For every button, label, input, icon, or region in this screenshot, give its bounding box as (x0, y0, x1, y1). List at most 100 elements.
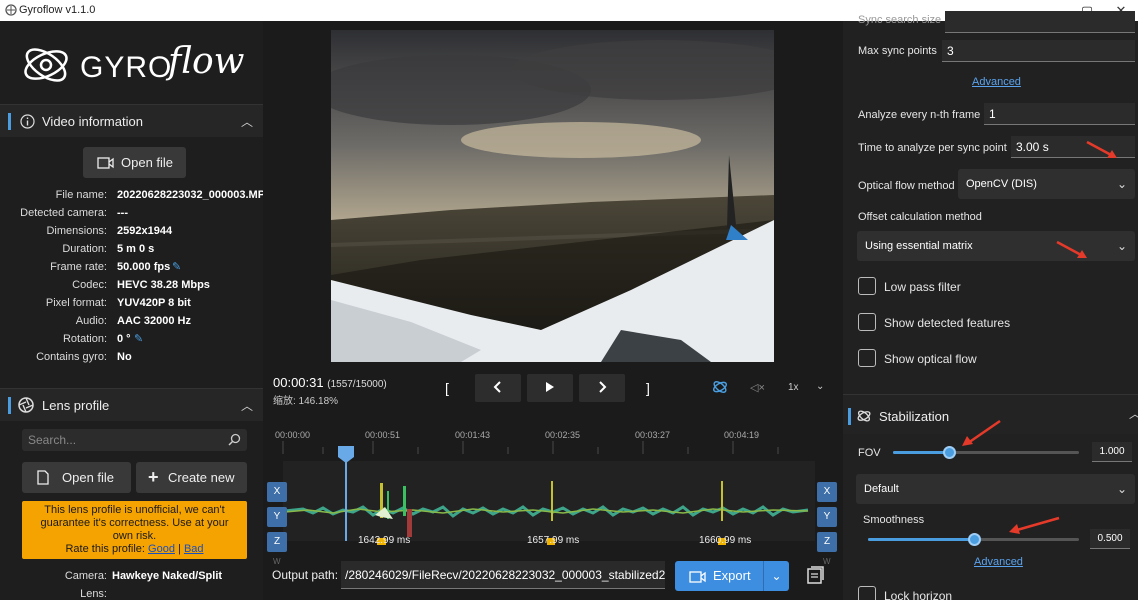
video-info-row: Frame rate: 50.000 fps ✎ (0, 259, 263, 277)
optical-flow-label: Optical flow method (858, 180, 955, 192)
stabilization-toggle-icon[interactable] (711, 378, 729, 396)
show-features-label: Show detected features (884, 316, 1011, 330)
play-button[interactable] (527, 374, 573, 402)
frame-counter: (1557/15000) (327, 379, 387, 390)
play-icon (546, 382, 554, 392)
show-features-checkbox[interactable] (858, 313, 876, 331)
rate-good-link[interactable]: Good (148, 543, 175, 555)
export-options-button[interactable]: ⌄ (763, 561, 789, 591)
open-video-button[interactable]: Open file (83, 147, 186, 178)
axis-x-toggle-right[interactable]: X (817, 482, 837, 502)
timeline[interactable]: 00:00:00 00:00:51 00:01:43 00:02:35 00:0… (263, 421, 843, 566)
speed-value[interactable]: 1x (788, 382, 799, 393)
mute-icon[interactable]: ◁× (750, 381, 765, 394)
section-indicator (848, 408, 851, 425)
axis-w-hint: W (823, 557, 831, 566)
timecode-display: 00:00:31 (1557/15000) (273, 375, 387, 390)
stabilization-advanced-link[interactable]: Advanced (974, 556, 1023, 568)
chevron-up-icon[interactable]: ︿ (241, 397, 253, 414)
chevron-up-icon[interactable]: ︿ (241, 113, 253, 130)
video-info-header[interactable]: Video information ︿ (0, 104, 263, 137)
offset-method-label: Offset calculation method (858, 211, 982, 223)
timeline-graph (282, 441, 815, 545)
info-key: Pixel format: (45, 297, 107, 309)
smoothing-method-select[interactable]: Default ⌄ (856, 474, 1135, 504)
info-icon (20, 114, 35, 129)
search-placeholder: Search... (28, 433, 77, 447)
smoothness-slider[interactable] (868, 533, 1079, 546)
show-flow-checkbox[interactable] (858, 349, 876, 367)
output-path-input[interactable]: /280246029/FileRecv/20220628223032_00000… (341, 561, 665, 589)
info-key: File name: (55, 189, 107, 201)
lens-lens-row: Lens: (0, 586, 263, 600)
annotation-arrow (1086, 140, 1117, 158)
lens-icon (18, 397, 34, 413)
annotation-arrow (1009, 516, 1060, 534)
prev-frame-button[interactable] (475, 374, 521, 402)
video-info-row: File name: 20220628223032_000003.MP (0, 187, 265, 205)
sync-search-size-input[interactable] (945, 11, 1135, 33)
lens-profile-header[interactable]: Lens profile ︿ (0, 388, 263, 421)
max-sync-points-input[interactable]: 3 (942, 40, 1135, 62)
section-indicator (8, 397, 11, 414)
create-new-label: Create new (168, 470, 235, 485)
export-button[interactable]: Export (675, 561, 763, 591)
left-panel: GYRO flow Video information ︿ Open file … (0, 21, 265, 600)
center-panel: 00:00:31 (1557/15000) 缩放: 146.18% [ ] ◁×… (263, 21, 843, 600)
analyze-every-input[interactable]: 1 (984, 103, 1135, 125)
max-sync-points-label: Max sync points (858, 45, 937, 57)
info-value: 2592x1944 (117, 225, 173, 237)
fov-slider[interactable] (893, 446, 1079, 459)
lock-horizon-checkbox[interactable] (858, 586, 876, 600)
smoothness-value-input[interactable]: 0.500 (1090, 529, 1130, 549)
fov-slider-handle[interactable] (942, 446, 956, 459)
lock-horizon-label: Lock horizon (884, 589, 953, 600)
render-queue-icon[interactable] (806, 565, 824, 585)
next-frame-button[interactable] (579, 374, 625, 402)
axis-z-toggle-left[interactable]: Z (267, 532, 287, 552)
lens-profile-title: Lens profile (42, 398, 110, 413)
show-flow-label: Show optical flow (884, 352, 977, 366)
video-info-row: Rotation: 0 ° ✎ (0, 331, 263, 349)
optical-flow-select[interactable]: OpenCV (DIS) ⌄ (958, 169, 1135, 199)
sync-search-size-label: Sync search size (858, 14, 942, 26)
info-key: Rotation: (62, 333, 107, 345)
info-key: Detected camera: (20, 207, 107, 219)
gyroflow-window: Gyroflow v1.1.0 — ▢ ✕ GYRO flow Video in… (0, 0, 1138, 600)
search-icon[interactable] (228, 433, 241, 446)
create-new-button[interactable]: + Create new (136, 462, 247, 493)
axis-y-toggle-left[interactable]: Y (267, 507, 287, 527)
fov-slider-fill (893, 451, 949, 454)
sync-advanced-link[interactable]: Advanced (972, 76, 1021, 88)
open-video-label: Open file (121, 155, 174, 170)
offset-method-select[interactable]: Using essential matrix ⌄ (857, 231, 1135, 261)
open-lens-file-button[interactable]: Open file (22, 462, 131, 493)
zoom-level: 缩放: 146.18% (273, 396, 339, 407)
annotation-arrow (1056, 240, 1087, 258)
smoothing-method-value: Default (864, 483, 899, 495)
chevron-right-icon (599, 381, 607, 393)
axis-z-toggle-right[interactable]: Z (817, 532, 837, 552)
timecode-value: 00:00:31 (273, 375, 324, 390)
unofficial-profile-warning: This lens profile is unofficial, we can'… (22, 501, 247, 559)
axis-y-toggle-right[interactable]: Y (817, 507, 837, 527)
mark-out-button[interactable]: ] (635, 374, 661, 402)
low-pass-checkbox[interactable] (858, 277, 876, 295)
rate-bad-link[interactable]: Bad (184, 543, 204, 555)
edit-pencil-icon[interactable]: ✎ (134, 332, 143, 345)
timeline-tick: 00:04:19 (724, 430, 760, 440)
fov-value-input[interactable]: 1.000 (1092, 442, 1132, 462)
edit-pencil-icon[interactable]: ✎ (172, 260, 181, 273)
timeline-tick: 00:00:00 (275, 430, 311, 440)
video-frame (331, 30, 774, 362)
chevron-down-icon[interactable]: ⌄ (816, 381, 824, 392)
chevron-up-icon[interactable]: ︿ (1129, 405, 1138, 422)
axis-x-toggle-left[interactable]: X (267, 482, 287, 502)
lens-search-input[interactable]: Search... (22, 429, 247, 451)
video-preview[interactable] (331, 30, 774, 362)
smoothness-slider-handle[interactable] (967, 533, 981, 546)
output-path-label: Output path: (272, 568, 339, 582)
mark-in-button[interactable]: [ (434, 374, 460, 402)
logo-script-text: flow (168, 41, 245, 82)
video-info-row: Pixel format: YUV420P 8 bit (0, 295, 263, 313)
